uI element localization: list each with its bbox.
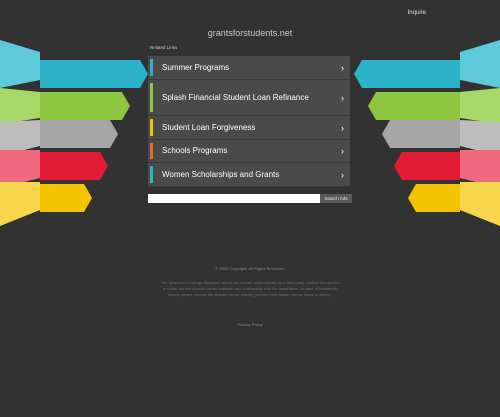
ribbon-right-grey-front (382, 120, 460, 148)
privacy-policy-link[interactable]: Privacy Policy (0, 322, 500, 327)
ribbon-right-teal-back (460, 40, 500, 88)
search-input[interactable] (148, 194, 320, 203)
chevron-right-icon: › (341, 92, 344, 103)
disclaimer-text: The Sponsored Listings displayed above a… (160, 280, 340, 297)
chevron-right-icon: › (341, 122, 344, 133)
ribbon-right-red-front (394, 152, 460, 180)
ribbon-left-green-back (0, 88, 40, 124)
ribbon-right-yellow-front (408, 184, 460, 212)
ribbon-left-teal-front (40, 60, 148, 88)
link-accent-bar (150, 119, 153, 136)
link-label: Student Loan Forgiveness (162, 122, 256, 132)
link-label: Women Scholarships and Grants (162, 169, 280, 179)
link-accent-bar (150, 59, 153, 76)
ribbon-left-grey-front (40, 120, 118, 148)
related-link-splash-financial[interactable]: Splash Financial Student Loan Refinance … (148, 80, 350, 116)
related-link-women-scholarships[interactable]: Women Scholarships and Grants › (148, 163, 350, 187)
link-accent-bar (150, 83, 153, 112)
chevron-right-icon: › (341, 62, 344, 73)
link-label: Summer Programs (162, 62, 230, 72)
link-label: Schools Programs (162, 146, 228, 155)
related-link-student-loan-forgiveness[interactable]: Student Loan Forgiveness › (148, 116, 350, 140)
ribbon-right-yellow-back (460, 182, 500, 226)
ribbon-right-green-back (460, 88, 500, 124)
ribbon-right-teal-front (354, 60, 460, 88)
ribbon-left-green-front (40, 92, 130, 120)
copyright-text: © 2024 Copyright. All Rights Reserved. (215, 266, 285, 271)
ribbon-left-yellow-back (0, 182, 40, 226)
ribbon-left-teal-back (0, 40, 40, 88)
search-form: Search Ads (148, 194, 352, 204)
link-accent-bar (150, 166, 153, 183)
link-label: Splash Financial Student Loan Refinance (162, 92, 309, 102)
ribbon-left-red-front (40, 152, 108, 180)
related-links-label: Related Links (150, 45, 178, 50)
related-link-schools-programs[interactable]: Schools Programs › (148, 140, 350, 163)
search-ads-button[interactable]: Search Ads (320, 194, 352, 203)
link-accent-bar (150, 143, 153, 159)
chevron-right-icon: › (341, 169, 344, 180)
related-links-list: Summer Programs › Splash Financial Stude… (148, 56, 350, 187)
ribbon-left-yellow-front (40, 184, 92, 212)
ribbon-right-green-front (368, 92, 460, 120)
chevron-right-icon: › (341, 146, 344, 156)
related-link-summer-programs[interactable]: Summer Programs › (148, 56, 350, 80)
